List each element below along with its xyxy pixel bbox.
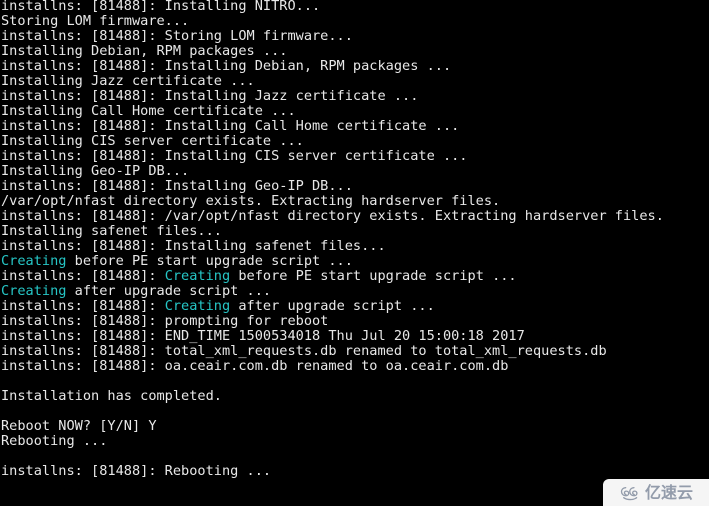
terminal-line: Installing Debian, RPM packages ... xyxy=(1,44,288,59)
line-segment-highlight: Creating xyxy=(1,254,67,269)
terminal-line: Creating before PE start upgrade script … xyxy=(1,254,709,269)
terminal-line: installns: [81488]: Creating after upgra… xyxy=(1,299,709,314)
terminal-line: Storing LOM firmware... xyxy=(1,14,190,29)
terminal-line: installns: [81488]: Installing CIS serve… xyxy=(1,149,468,164)
cloud-swirl-icon xyxy=(619,485,641,501)
terminal-line: installns: [81488]: Installing Call Home… xyxy=(1,119,460,134)
terminal-line: installns: [81488]: Rebooting ... xyxy=(1,464,272,479)
terminal-line: installns: [81488]: /var/opt/nfast direc… xyxy=(1,209,664,224)
terminal-line: installns: [81488]: total_xml_requests.d… xyxy=(1,344,607,359)
line-segment: after upgrade script ... xyxy=(66,284,272,299)
terminal-line: Creating after upgrade script ... xyxy=(1,284,709,299)
watermark: 亿速云 xyxy=(603,479,709,506)
terminal-line: Installing Geo-IP DB... xyxy=(1,164,190,179)
terminal-line: installns: [81488]: END_TIME 1500534018 … xyxy=(1,329,525,344)
terminal-output[interactable]: installns: [81488]: Installing NITRO... S… xyxy=(0,0,709,506)
line-segment: after upgrade script ... xyxy=(230,299,435,314)
terminal-line: installns: [81488]: Installing NITRO... xyxy=(1,0,321,14)
terminal-line: Installing Call Home certificate ... xyxy=(1,104,296,119)
line-segment: before PE start upgrade script ... xyxy=(66,254,353,269)
terminal-line: installns: [81488]: Storing LOM firmware… xyxy=(1,29,353,44)
line-segment-highlight: Creating xyxy=(1,284,67,299)
line-segment-highlight: Creating xyxy=(164,299,231,314)
terminal-line: installns: [81488]: Installing Debian, R… xyxy=(1,59,452,74)
terminal-line: /var/opt/nfast directory exists. Extract… xyxy=(1,194,501,209)
terminal-line: installns: [81488]: Installing Jazz cert… xyxy=(1,89,419,104)
line-segment: before PE start upgrade script ... xyxy=(230,269,517,284)
terminal-line: Installing safenet files... xyxy=(1,224,222,239)
terminal-line: Installing CIS server certificate ... xyxy=(1,134,304,149)
terminal-line: Rebooting ... xyxy=(1,434,108,449)
line-segment: installns: [81488]: xyxy=(1,299,165,314)
terminal-line: Installation has completed. xyxy=(1,389,222,404)
terminal-line: installns: [81488]: Installing safenet f… xyxy=(1,239,386,254)
line-segment-highlight: Creating xyxy=(164,269,231,284)
watermark-text: 亿速云 xyxy=(644,482,693,502)
terminal-line: installns: [81488]: Installing Geo-IP DB… xyxy=(1,179,353,194)
terminal-line: installns: [81488]: Creating before PE s… xyxy=(1,269,709,284)
terminal-line: Installing Jazz certificate ... xyxy=(1,74,255,89)
terminal-line: installns: [81488]: oa.ceair.com.db rena… xyxy=(1,359,509,374)
line-segment: installns: [81488]: xyxy=(1,269,165,284)
terminal-line: Reboot NOW? [Y/N] Y xyxy=(1,419,157,434)
terminal-line: installns: [81488]: prompting for reboot xyxy=(1,314,329,329)
